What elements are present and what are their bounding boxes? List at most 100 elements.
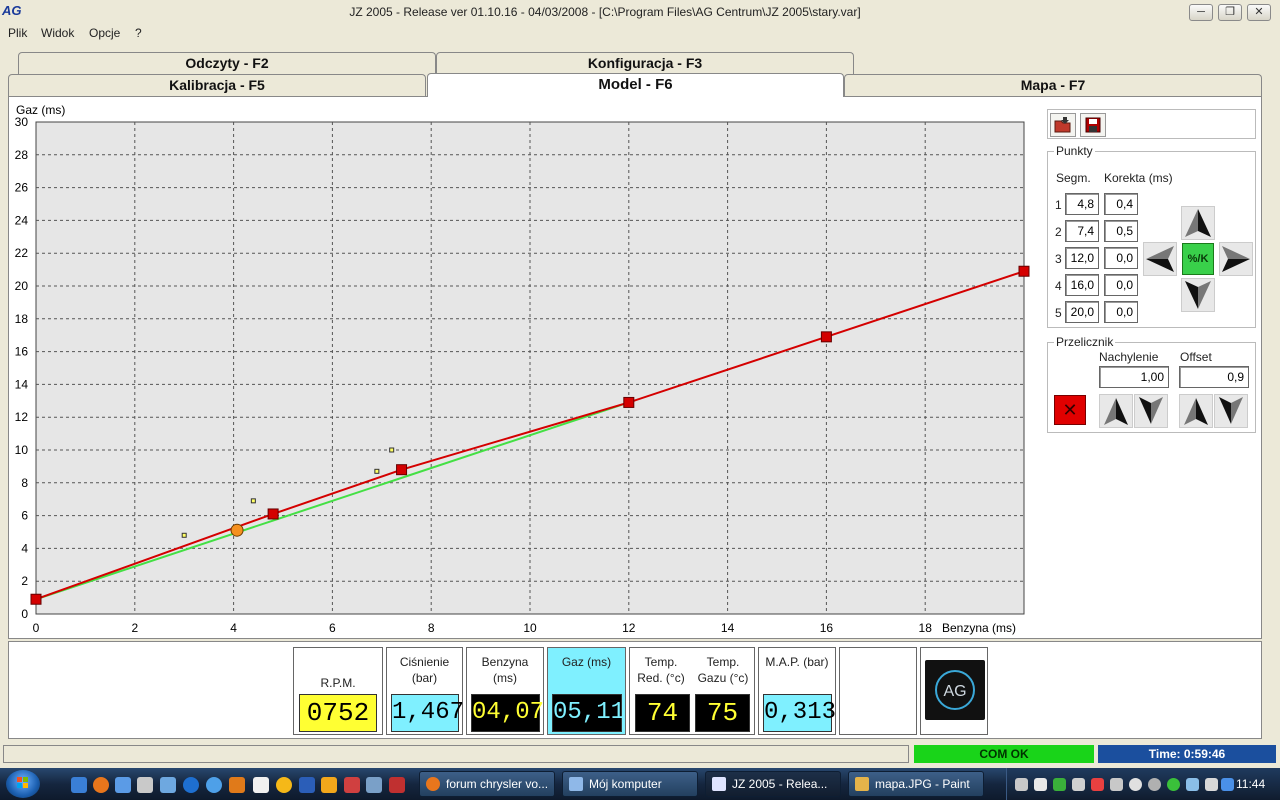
quicklaunch-search-icon[interactable] (115, 777, 131, 793)
benzyna-gauge: Benzyna (ms) 04,07 (466, 647, 544, 735)
task-paint[interactable]: mapa.JPG - Paint (848, 771, 984, 797)
quicklaunch-messenger-icon[interactable] (276, 777, 292, 793)
segm-field-2[interactable]: 7,4 (1065, 220, 1099, 242)
quicklaunch-globe-icon[interactable] (206, 777, 222, 793)
x-tick-label: 16 (820, 621, 834, 635)
y-axis-label: Gaz (ms) (16, 103, 65, 117)
tray-clock-icon[interactable] (1129, 778, 1142, 791)
ag-logo-icon: AG (925, 660, 985, 720)
quicklaunch-word-icon[interactable] (299, 777, 315, 793)
tray-red-icon[interactable] (1091, 778, 1104, 791)
open-button[interactable] (1050, 113, 1076, 137)
percent-k-toggle-button[interactable]: %/K (1182, 243, 1214, 275)
tray-speaker-icon[interactable] (1205, 778, 1218, 791)
task-label: forum chrysler vo... (446, 777, 549, 791)
temp-red-unit: Red. (°c) (637, 671, 685, 685)
temp-gazu-unit: Gazu (°c) (697, 671, 749, 685)
rpm-label: R.P.M. (320, 676, 356, 690)
quicklaunch-paint-icon[interactable] (229, 777, 245, 793)
tray-settings-icon[interactable] (1148, 778, 1161, 791)
korekta-field-2[interactable]: 0,5 (1104, 220, 1138, 242)
tray-usb-icon[interactable] (1110, 778, 1123, 791)
korekta-field-3[interactable]: 0,0 (1104, 247, 1138, 269)
nachylenie-up-button[interactable] (1099, 394, 1133, 428)
row-number: 1 (1055, 198, 1062, 212)
task-jz2005[interactable]: JZ 2005 - Relea... (705, 771, 841, 797)
map-value: 0,313 (763, 694, 836, 732)
quicklaunch-calculator-icon[interactable] (137, 777, 153, 793)
y-tick-label: 16 (15, 345, 29, 359)
y-tick-labels: 024681012141618202224262830 (15, 115, 29, 621)
nachylenie-down-button[interactable] (1134, 394, 1168, 428)
ag-app-icon (712, 777, 726, 791)
quicklaunch-document-icon[interactable] (253, 777, 269, 793)
arrow-left-button[interactable] (1143, 242, 1177, 276)
quicklaunch-app2-icon[interactable] (389, 777, 405, 793)
file-toolbar (1047, 109, 1256, 139)
korekta-field-1[interactable]: 0,4 (1104, 193, 1138, 215)
quicklaunch-firefox-icon[interactable] (93, 777, 109, 793)
benzyna-value: 04,07 (471, 694, 544, 732)
tray-device-icon[interactable] (1072, 778, 1085, 791)
x-tick-label: 6 (329, 621, 336, 635)
offset-down-button[interactable] (1214, 394, 1248, 428)
quicklaunch-browser-icon[interactable] (183, 777, 199, 793)
temp-gazu-value: 75 (695, 694, 750, 732)
x-tick-label: 0 (33, 621, 40, 635)
row-number: 2 (1055, 225, 1062, 239)
quicklaunch-ie-icon[interactable] (71, 777, 87, 793)
y-tick-label: 28 (15, 148, 29, 162)
task-my-computer[interactable]: Mój komputer (562, 771, 698, 797)
offset-field[interactable]: 0,9 (1179, 366, 1249, 388)
temp-red-value: 74 (635, 694, 690, 732)
arrow-down-button[interactable] (1181, 278, 1215, 312)
tray-document-icon[interactable] (1034, 778, 1047, 791)
quicklaunch-pdf-icon[interactable] (344, 777, 360, 793)
tray-network-icon[interactable] (1015, 778, 1028, 791)
x-tick-label: 18 (919, 621, 933, 635)
y-tick-label: 26 (15, 181, 29, 195)
task-label: Mój komputer (589, 777, 662, 791)
x-tick-labels: 0 2 4 6 8 10 12 14 16 18 (33, 621, 933, 635)
tray-monitor-icon[interactable] (1186, 778, 1199, 791)
segm-field-3[interactable]: 12,0 (1065, 247, 1099, 269)
segm-field-1[interactable]: 4,8 (1065, 193, 1099, 215)
segment-point-marker (396, 464, 408, 476)
segm-field-4[interactable]: 16,0 (1065, 274, 1099, 296)
start-button[interactable] (6, 770, 40, 798)
logo-text: AG (943, 683, 966, 700)
segm-field-5[interactable]: 20,0 (1065, 301, 1099, 323)
row-number: 3 (1055, 252, 1062, 266)
task-firefox[interactable]: forum chrysler vo... (419, 771, 555, 797)
x-axis-label: Benzyna (ms) (942, 621, 1016, 635)
save-button[interactable] (1080, 113, 1106, 137)
arrow-up-button[interactable] (1181, 206, 1215, 240)
x-tick-label: 12 (622, 621, 636, 635)
quicklaunch-media-icon[interactable] (321, 777, 337, 793)
paint-icon (855, 777, 869, 791)
korekta-field-5[interactable]: 0,0 (1104, 301, 1138, 323)
triangle-down-icon (1185, 281, 1211, 309)
y-tick-label: 10 (15, 443, 29, 457)
rpm-gauge: R.P.M. 0752 (293, 647, 383, 735)
gaz-gauge: Gaz (ms) 05,11 (547, 647, 626, 735)
gaz-value: 05,11 (552, 694, 625, 732)
korekta-field-4[interactable]: 0,0 (1104, 274, 1138, 296)
empty-gauge (839, 647, 917, 735)
nachylenie-label: Nachylenie (1099, 350, 1159, 364)
arrow-right-button[interactable] (1219, 242, 1253, 276)
segment-point-marker (30, 593, 42, 605)
tray-status-icon[interactable] (1167, 778, 1180, 791)
firefox-icon (426, 777, 440, 791)
gaz-label: Gaz (ms) (561, 655, 612, 669)
computer-icon (569, 777, 583, 791)
tray-green-icon[interactable] (1053, 778, 1066, 791)
offset-up-button[interactable] (1179, 394, 1213, 428)
quicklaunch-desktop-icon[interactable] (160, 777, 176, 793)
x-tick-label: 4 (230, 621, 237, 635)
save-disk-icon (1085, 117, 1101, 133)
tray-display-icon[interactable] (1221, 778, 1234, 791)
nachylenie-field[interactable]: 1,00 (1099, 366, 1169, 388)
reset-button[interactable]: ✕ (1054, 395, 1086, 425)
quicklaunch-app-icon[interactable] (366, 777, 382, 793)
